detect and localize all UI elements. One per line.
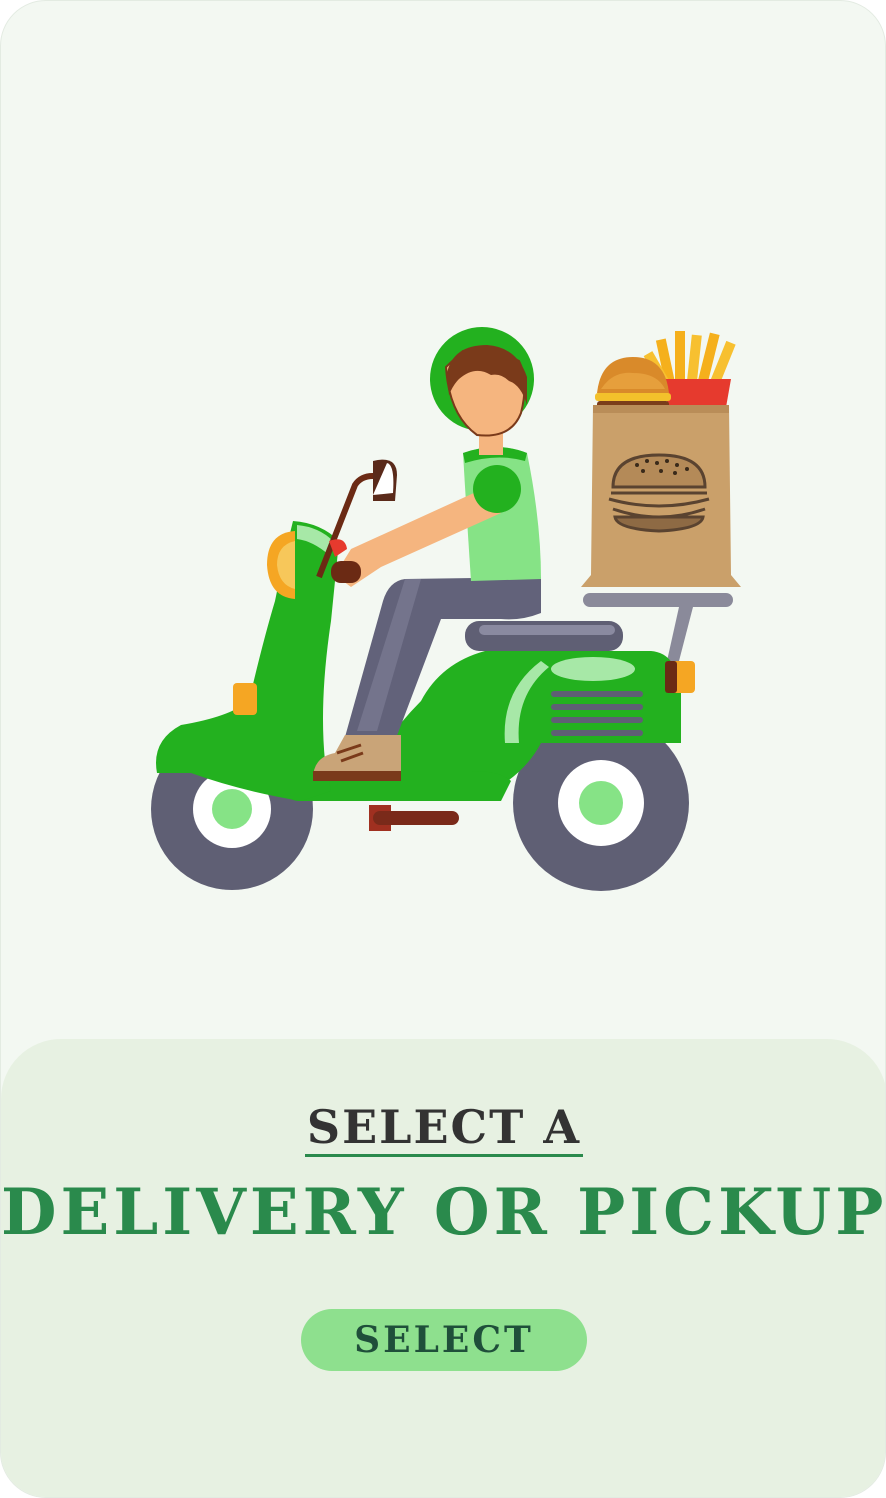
delivery-scooter-illustration — [1, 1, 885, 1031]
select-button[interactable]: SELECT — [301, 1309, 587, 1371]
delivery-card: SELECT A DELIVERY OR PICKUP SELECT — [0, 0, 886, 1498]
bag-burger-print — [608, 453, 710, 533]
subtitle-heading: SELECT A — [1, 1099, 885, 1157]
headline-heading: DELIVERY OR PICKUP — [1, 1175, 886, 1250]
subtitle-text: SELECT A — [304, 1100, 584, 1157]
helmet-icon — [430, 327, 534, 437]
food-bag-icon — [581, 331, 741, 587]
